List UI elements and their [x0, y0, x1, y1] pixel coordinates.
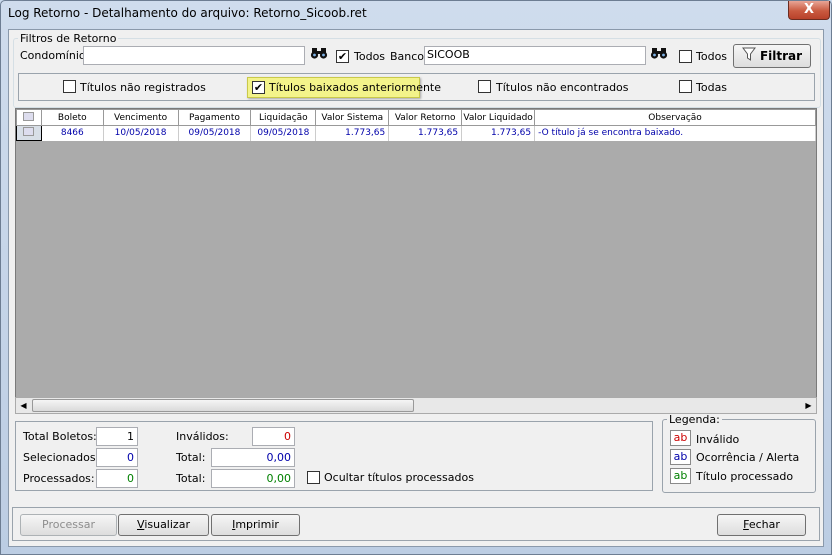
selecionados-label: Selecionados: [23, 451, 100, 464]
scroll-right-button[interactable]: ▶ [801, 398, 816, 413]
check-icon: ✔ [337, 50, 348, 63]
grid-horizontal-scrollbar[interactable]: ◀ ▶ [15, 397, 817, 414]
legend-processado-swatch: ab [670, 468, 691, 484]
nao-registrados-checkbox[interactable] [63, 80, 76, 93]
cell-observacao: -O título já se encontra baixado. [534, 125, 816, 141]
scroll-left-button[interactable]: ◀ [16, 398, 31, 413]
filtrar-label: Filtrar [759, 49, 803, 63]
visualizar-label: isualizar [144, 518, 190, 531]
grid-header-row: Boleto Vencimento Pagamento Liquidação V… [16, 109, 816, 126]
todos-condominio-checkbox[interactable]: ✔ [336, 50, 349, 63]
cell-valor-sistema: 1.773,65 [315, 125, 390, 141]
arrow-left-icon: ◀ [20, 401, 27, 410]
todos-banco-label: Todos [696, 50, 728, 63]
column-header-observacao[interactable]: Observação [534, 109, 816, 126]
todos-banco-checkbox[interactable] [679, 50, 692, 63]
cell-valor-retorno: 1.773,65 [388, 125, 463, 141]
select-all-checkbox-icon [23, 111, 35, 121]
legend-ocorrencia-label: Ocorrência / Alerta [696, 451, 800, 464]
column-header-valor-retorno[interactable]: Valor Retorno [388, 109, 463, 126]
window-client-area: Filtros de Retorno Condomínio: ✔ Todos B… [8, 29, 824, 547]
condominio-search-button[interactable] [308, 46, 330, 66]
log-retorno-window: Log Retorno - Detalhamento do arquivo: R… [0, 0, 832, 555]
legend-ocorrencia-swatch: ab [670, 449, 691, 465]
scroll-thumb[interactable] [32, 399, 414, 412]
row-select-checkbox[interactable] [16, 125, 42, 141]
filters-group-title: Filtros de Retorno [20, 32, 117, 45]
todas-label: Todas [696, 81, 728, 94]
retorno-grid[interactable]: Boleto Vencimento Pagamento Liquidação V… [15, 108, 817, 414]
ocultar-processados-checkbox[interactable] [307, 471, 320, 484]
cell-valor-liquidado: 1.773,65 [461, 125, 536, 141]
column-header-pagamento[interactable]: Pagamento [177, 109, 252, 126]
row-checkbox-icon [23, 127, 35, 136]
window-title: Log Retorno - Detalhamento do arquivo: R… [8, 6, 367, 20]
fechar-label: echar [748, 518, 780, 531]
nao-encontrados-label: Títulos não encontrados [496, 81, 629, 94]
cell-vencimento: 10/05/2018 [103, 125, 179, 141]
ocultar-processados-label: Ocultar títulos processados [324, 471, 474, 484]
banco-label: Banco: [390, 50, 428, 63]
total-processados-value: 0,00 [211, 469, 295, 488]
binoculars-icon [310, 48, 328, 59]
retorno-table: Boleto Vencimento Pagamento Liquidação V… [16, 109, 816, 141]
invalidos-label: Inválidos: [176, 430, 229, 443]
banco-input[interactable]: SICOOB [424, 46, 646, 65]
processados-value: 0 [96, 469, 138, 488]
todas-checkbox[interactable] [679, 80, 692, 93]
todos-condominio-label: Todos [354, 50, 386, 63]
total-processados-label: Total: [176, 472, 206, 485]
column-header-liquidacao[interactable]: Liquidação [250, 109, 317, 126]
total-boletos-label: Total Boletos: [23, 430, 97, 443]
nao-registrados-label: Títulos não registrados [80, 81, 206, 94]
baixados-anteriormente-label: Títulos baixados anteriormente [269, 81, 442, 94]
cell-pagamento: 09/05/2018 [178, 125, 252, 141]
table-row[interactable]: 8466 10/05/2018 09/05/2018 09/05/2018 1.… [16, 125, 816, 141]
column-header-valor-sistema[interactable]: Valor Sistema [315, 109, 390, 126]
column-header-valor-liquidado[interactable]: Valor Liquidado [461, 109, 536, 126]
banco-search-button[interactable] [648, 46, 670, 66]
legend-processado-label: Título processado [696, 470, 794, 483]
arrow-right-icon: ▶ [805, 401, 812, 410]
fechar-button[interactable]: Fechar [717, 514, 806, 536]
column-header-vencimento[interactable]: Vencimento [102, 109, 179, 126]
legend-title: Legenda: [669, 413, 720, 426]
column-header-boleto[interactable]: Boleto [40, 109, 104, 126]
processados-label: Processados: [23, 472, 95, 485]
invalidos-value: 0 [252, 427, 295, 446]
total-boletos-value: 1 [96, 427, 138, 446]
cell-boleto: 8466 [41, 125, 104, 141]
visualizar-button[interactable]: Visualizar [118, 514, 209, 536]
imprimir-button[interactable]: Imprimir [211, 514, 300, 536]
filtrar-button[interactable]: Filtrar [733, 44, 811, 68]
funnel-icon [741, 46, 756, 68]
condominio-input[interactable] [83, 46, 305, 65]
legend-invalido-label: Inválido [696, 433, 740, 446]
check-icon: ✔ [253, 81, 264, 94]
legend-invalido-swatch: ab [670, 430, 691, 446]
cell-liquidacao: 09/05/2018 [250, 125, 317, 141]
condominio-label: Condomínio: [20, 49, 90, 62]
binoculars-icon [650, 48, 668, 59]
selecionados-value: 0 [96, 448, 138, 467]
total-selecionados-label: Total: [176, 451, 206, 464]
window-close-button[interactable]: X [788, 1, 830, 20]
select-all-header[interactable] [16, 109, 42, 126]
total-selecionados-value: 0,00 [211, 448, 295, 467]
imprimir-label: mprimir [235, 518, 279, 531]
baixados-anteriormente-checkbox[interactable]: ✔ [252, 81, 265, 94]
processar-button[interactable]: Processar [20, 514, 117, 536]
nao-encontrados-checkbox[interactable] [478, 80, 491, 93]
